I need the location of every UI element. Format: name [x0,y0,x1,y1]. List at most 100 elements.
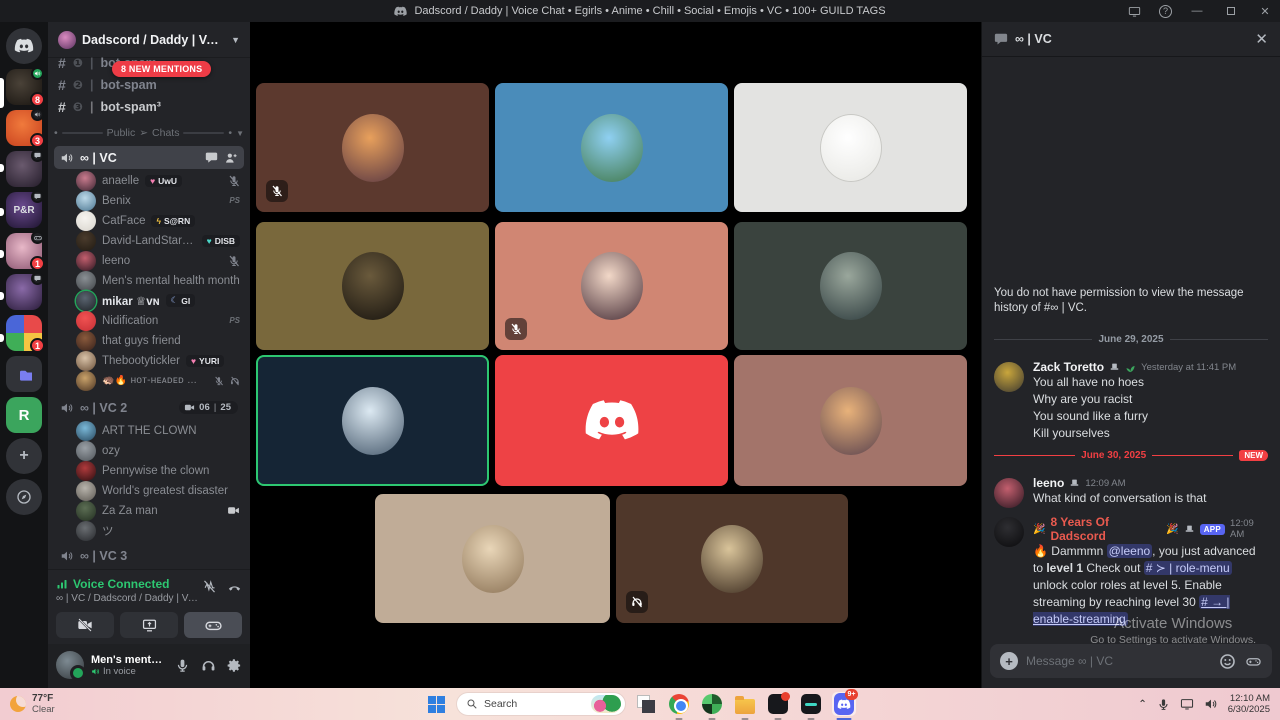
new-mentions-pill[interactable]: 8 NEW MENTIONS [112,61,211,77]
screen-share-button[interactable] [120,612,178,638]
server-ghost[interactable] [6,274,42,310]
voice-user-catface[interactable]: CatFace ϟS@RN [48,211,250,231]
voice-tile[interactable] [495,222,728,350]
avatar[interactable] [994,478,1024,508]
explore-servers-button[interactable] [6,479,42,515]
voice-status[interactable]: Voice Connected [73,577,169,591]
voice-user-pennywise[interactable]: Pennywise the clown [48,461,250,481]
chrome-app-button[interactable] [667,692,691,716]
voice-tile[interactable] [734,355,967,486]
add-server-button[interactable]: + [6,438,42,474]
weather-widget[interactable]: 77°F Clear [0,693,55,715]
server-orange[interactable]: 3 [6,110,42,146]
voice-user-that-guys-friend[interactable]: that guys friend [48,331,250,351]
voice-user-benix[interactable]: Benix PS [48,191,250,211]
tray-network-icon[interactable] [1180,697,1194,712]
message-text: Why are you racist [1033,391,1268,408]
voice-tile[interactable] [616,494,848,623]
voice-user-anaelle[interactable]: anaelle ♥UwU [48,171,250,191]
dark-app-button[interactable] [766,692,790,716]
server-rainbow[interactable]: 1 [6,315,42,351]
voice-user-tsu[interactable]: ツ [48,521,250,541]
chat-message-bot: 🎉 8 Years Of Dadscord 🎉 APP 12:09 AM 🔥 D… [994,515,1268,628]
voice-user-david[interactable]: David-LandStar-Op 1 ♥DISB [48,231,250,251]
avatar [76,211,96,231]
deafen-toggle-icon[interactable] [201,658,216,673]
server-pr[interactable]: P&R [6,192,42,228]
noise-suppression-icon[interactable] [202,579,217,594]
task-view-button[interactable] [634,692,658,716]
file-explorer-button[interactable] [733,692,757,716]
voice-user-worlds-greatest-disaster[interactable]: World's greatest disaster [48,481,250,501]
mic-toggle-icon[interactable] [175,658,190,673]
voice-tile[interactable] [256,222,489,350]
channel-bot-spam-2[interactable]: # ❷ | bot-spam [48,74,250,96]
voice-tile[interactable] [256,83,489,212]
server-photo[interactable] [6,151,42,187]
discord-app-button[interactable]: 9+ [832,692,856,716]
message-text: You sound like a furry [1033,408,1268,425]
tray-volume-icon[interactable] [1204,697,1218,712]
teal-app-button[interactable] [799,692,823,716]
server-folder[interactable] [6,356,42,392]
tray-expand-icon[interactable]: ⌃ [1138,699,1146,710]
maximize-button[interactable] [1222,2,1240,20]
activities-button[interactable] [184,612,242,638]
voice-channel-vc3[interactable]: ∞ | VC 3 [54,545,244,567]
self-avatar[interactable] [56,651,84,679]
voice-user-mens-mental-health[interactable]: Men's mental health month [48,271,250,291]
tray-mic-icon[interactable] [1157,697,1170,711]
voice-tile[interactable] [375,494,610,623]
channel-bot-spam-3[interactable]: # ❸ | bot-spam³ [48,96,250,118]
voice-tile[interactable] [734,222,967,350]
voice-user-nidification[interactable]: Nidification PS [48,311,250,331]
avatar[interactable] [994,517,1024,547]
cast-screen-icon[interactable] [1125,2,1143,20]
close-chat-icon[interactable]: ✕ [1255,30,1268,48]
self-username[interactable]: Men's mental health month [91,654,168,666]
voice-channel-vc[interactable]: ∞ | VC [54,146,244,168]
voice-user-hot-headed-hedge[interactable]: 🦔🔥 ʜᴏᴛ-ʜᴇᴀᴅᴇᴅ ʜᴇᴅɢᴇ… [48,371,250,391]
minimize-button[interactable]: — [1188,2,1206,20]
voice-user-leeno[interactable]: leeno [48,251,250,271]
user-mention[interactable]: @leeno [1107,544,1153,558]
voice-tile[interactable] [495,355,728,486]
close-button[interactable]: ✕ [1256,2,1274,20]
voice-user-art-the-clown[interactable]: ART THE CLOWN [48,421,250,441]
emoji-picker-icon[interactable] [1220,653,1235,668]
message-author[interactable]: Zack Toretto [1033,360,1104,374]
voice-user-mikar[interactable]: mikar ♕ᴠɴ ☾GI [48,291,250,311]
message-input[interactable]: + Message ∞ | VC [990,644,1272,678]
green-r-app-button[interactable]: R [6,397,42,433]
voice-user-za-za-man[interactable]: Za Za man [48,501,250,521]
voice-tile[interactable] [495,83,728,212]
invite-to-voice-icon[interactable] [224,151,238,165]
voice-user-thebootytickler[interactable]: Thebootytickler ♥YURI [48,351,250,371]
voice-tile-speaking[interactable] [256,355,489,486]
add-attachment-icon[interactable]: + [1000,652,1018,670]
voice-tile[interactable] [734,83,967,212]
voice-channel-vc2[interactable]: ∞ | VC 2 06 | 25 [54,397,244,419]
message-author[interactable]: leeno [1033,476,1064,490]
disconnect-call-icon[interactable] [227,579,242,594]
taskbar-clock[interactable]: 12:10 AM 6/30/2025 [1228,693,1270,715]
message-text: Kill yourselves [1033,425,1268,442]
server-dadscord[interactable]: 8 [6,69,42,105]
green-app-button[interactable] [700,692,724,716]
settings-gear-icon[interactable] [227,658,242,673]
message-author[interactable]: 8 Years Of Dadscord [1050,515,1161,543]
channel-mention[interactable]: # ≻ | role-menu [1144,561,1232,575]
avatar[interactable] [994,362,1024,392]
section-public-chats[interactable]: • Public ➢ Chats • ▼ [54,124,244,142]
server-home-button[interactable] [6,28,42,64]
taskbar-search[interactable]: Search [457,693,625,715]
voice-user-ozy[interactable]: ozy [48,441,250,461]
voice-active-badge [31,67,44,80]
server-anime[interactable]: 1 [6,233,42,269]
help-icon[interactable]: ? [1159,5,1172,18]
start-button[interactable] [424,692,448,716]
avatar [76,371,96,391]
activity-launcher-icon[interactable] [1245,653,1262,668]
camera-off-button[interactable] [56,612,114,638]
open-chat-icon[interactable] [205,151,218,164]
